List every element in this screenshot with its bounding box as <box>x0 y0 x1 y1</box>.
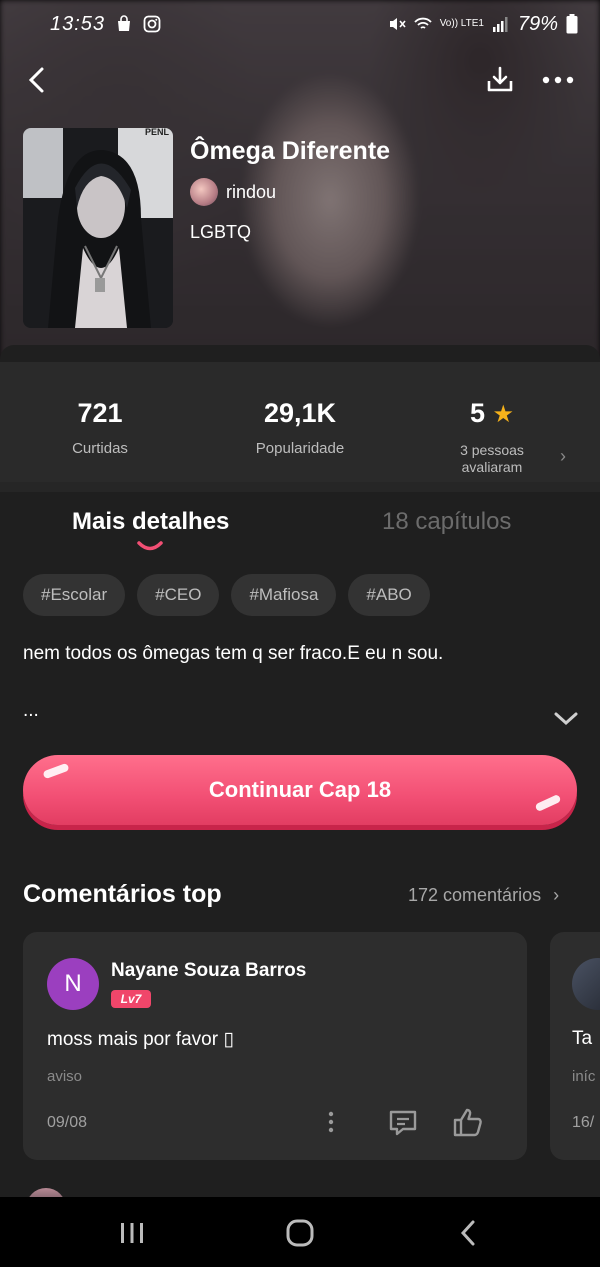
cover-illustration: PENL <box>23 128 173 328</box>
system-back-button[interactable] <box>446 1211 490 1255</box>
reply-icon[interactable] <box>387 1108 419 1138</box>
book-title: Ômega Diferente <box>190 137 391 165</box>
status-right: Vo)) LTE1 79% <box>388 13 578 36</box>
level-badge: Lv7 <box>111 990 151 1008</box>
author-link[interactable]: rindou <box>190 178 276 206</box>
comments-count: 172 comentários <box>408 885 542 905</box>
tag-chip[interactable]: #Mafiosa <box>231 574 337 616</box>
chevron-left-icon <box>28 67 44 93</box>
comment-date: 09/08 <box>47 1114 88 1131</box>
chevron-down-icon[interactable] <box>552 708 580 728</box>
tag-chip[interactable]: #Escolar <box>23 574 126 616</box>
instagram-icon <box>143 15 161 33</box>
continue-label: Continuar Cap 18 <box>208 777 392 802</box>
active-tab-indicator <box>137 541 163 551</box>
tab-chapters[interactable]: 18 capítulos <box>382 508 511 536</box>
home-icon <box>286 1219 314 1247</box>
author-name: rindou <box>226 181 277 202</box>
status-bar: 13:53 Vo)) LTE1 79% <box>0 0 600 48</box>
rating-row: 5 ★ <box>392 398 592 429</box>
comment-text: Ta <box>572 1028 593 1049</box>
thumbs-up-icon[interactable] <box>451 1106 483 1138</box>
button-shine <box>42 762 70 780</box>
tag-chip[interactable]: #ABO <box>348 574 430 616</box>
more-options-button[interactable] <box>536 60 580 100</box>
star-icon: ★ <box>492 401 515 428</box>
comment-tag: aviso <box>47 1068 83 1085</box>
section-divider <box>0 482 600 492</box>
tab-details[interactable]: Mais detalhes <box>72 508 229 536</box>
back-button[interactable] <box>16 60 56 100</box>
likes-value: 721 <box>77 398 123 428</box>
popularity-label: Popularidade <box>255 440 345 457</box>
chevron-right-icon[interactable]: › <box>560 446 566 467</box>
home-button[interactable] <box>278 1211 322 1255</box>
recent-apps-icon <box>121 1223 143 1243</box>
comment-text: moss mais por favor ▯ <box>47 1029 234 1050</box>
comment-card[interactable]: Ta iníc 16/ <box>550 932 600 1160</box>
back-icon <box>460 1220 475 1246</box>
mute-icon <box>389 18 406 30</box>
book-genre[interactable]: LGBTQ <box>190 222 251 243</box>
shopping-bag-icon <box>118 15 131 31</box>
cover-text: PENL <box>145 128 170 137</box>
all-comments-link[interactable]: 172 comentários › <box>408 885 559 906</box>
battery-percent: 79% <box>517 12 558 35</box>
comment-card[interactable]: N Nayane Souza Barros Lv7 moss mais por … <box>23 932 527 1160</box>
comment-date: 16/ <box>572 1114 595 1131</box>
book-cover[interactable]: PENL <box>23 128 173 328</box>
system-navigation-bar <box>0 1197 600 1267</box>
tag-chip[interactable]: #CEO <box>137 574 220 616</box>
book-description: nem todos os ômegas tem q ser fraco.E eu… <box>23 643 444 664</box>
likes-label: Curtidas <box>72 440 128 457</box>
stats-panel: 721 Curtidas 29,1K Popularidade 5 ★ 3 pe… <box>0 362 600 482</box>
avatar[interactable]: N <box>47 958 99 1010</box>
battery-icon <box>566 14 578 34</box>
comments-section-title: Comentários top <box>23 880 222 908</box>
more-horizontal-icon <box>542 76 574 84</box>
button-shine <box>534 793 562 813</box>
wifi-icon <box>414 17 432 29</box>
comment-author[interactable]: Nayane Souza Barros <box>111 960 306 982</box>
comment-tag: iníc <box>572 1068 596 1085</box>
network-label: Vo)) LTE1 <box>439 18 484 29</box>
chevron-right-icon: › <box>553 885 560 905</box>
author-avatar <box>190 178 218 206</box>
signal-icon <box>492 17 508 32</box>
status-time: 13:53 <box>50 12 106 35</box>
avatar[interactable] <box>572 958 600 1010</box>
status-left: 13:53 <box>50 13 161 36</box>
popularity-value: 29,1K <box>263 398 337 428</box>
top-navigation <box>0 52 600 108</box>
recent-apps-button[interactable] <box>110 1211 154 1255</box>
download-icon <box>487 66 513 92</box>
more-vertical-icon[interactable] <box>323 1108 339 1136</box>
tag-list: #Escolar #CEO #Mafiosa #ABO <box>23 574 430 616</box>
continue-reading-button[interactable]: Continuar Cap 18 <box>23 755 577 825</box>
download-button[interactable] <box>480 60 520 100</box>
description-ellipsis: ... <box>23 700 39 721</box>
rating-value: 5 <box>469 398 485 428</box>
